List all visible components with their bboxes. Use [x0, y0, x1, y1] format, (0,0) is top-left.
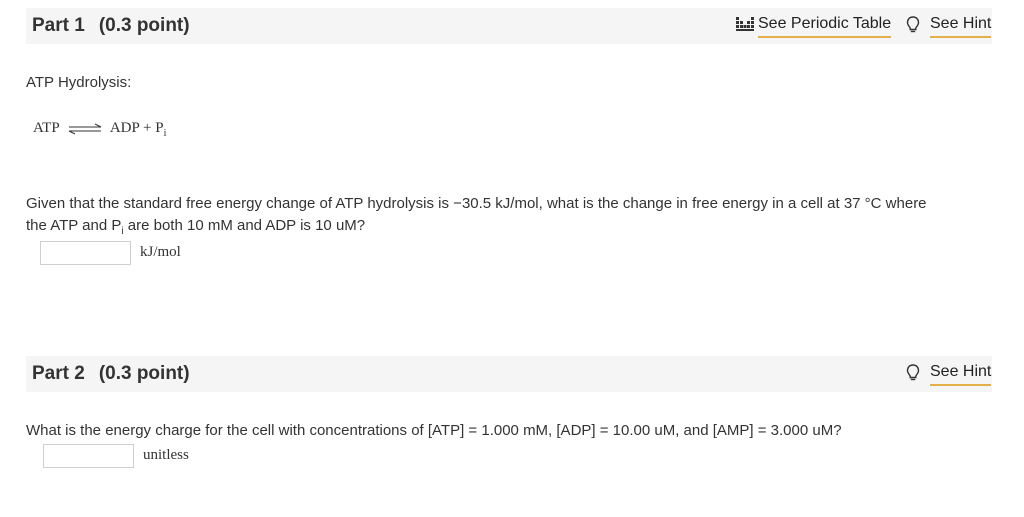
- part1-intro: ATP Hydrolysis:: [26, 74, 132, 91]
- part2-title: Part 2 (0.3 point): [32, 363, 190, 385]
- see-periodic-table-link[interactable]: See Periodic Table: [758, 15, 892, 38]
- part1-title: Part 1 (0.3 point): [32, 15, 190, 37]
- part2-label: Part 2: [32, 363, 85, 384]
- equation-subscript: i: [163, 128, 167, 139]
- part1-answer-input[interactable]: [40, 241, 131, 265]
- part1-unit: kJ/mol: [140, 244, 181, 260]
- equation-right: ADP + P: [109, 120, 164, 136]
- part2-points: (0.3 point): [98, 363, 190, 384]
- equation-left: ATP: [33, 120, 60, 136]
- part1-question-line1: Given that the standard free energy chan…: [26, 195, 927, 212]
- part2-question: What is the energy charge for the cell w…: [26, 422, 842, 439]
- periodic-table-icon[interactable]: [736, 16, 754, 37]
- lightbulb-icon[interactable]: [906, 364, 920, 387]
- part2-see-hint-link[interactable]: See Hint: [930, 363, 992, 386]
- part1-label: Part 1: [32, 15, 85, 36]
- part1-question: Given that the standard free energy chan…: [26, 193, 992, 243]
- part1-question-line2: the ATP and Pi are both 10 mM and ADP is…: [26, 217, 366, 237]
- lightbulb-icon[interactable]: [906, 16, 920, 39]
- part2-unit: unitless: [143, 447, 189, 463]
- part2-answer-input[interactable]: [43, 444, 134, 468]
- part1-points: (0.3 point): [98, 15, 190, 36]
- part2-header: Part 2 (0.3 point) See Hint: [26, 356, 992, 392]
- equilibrium-arrow-icon: [68, 123, 102, 135]
- part1-see-hint-link[interactable]: See Hint: [930, 15, 992, 38]
- part1-header: Part 1 (0.3 point) See Periodic Table See…: [26, 8, 992, 44]
- atp-hydrolysis-equation: ATP ADP + Pi: [33, 120, 166, 139]
